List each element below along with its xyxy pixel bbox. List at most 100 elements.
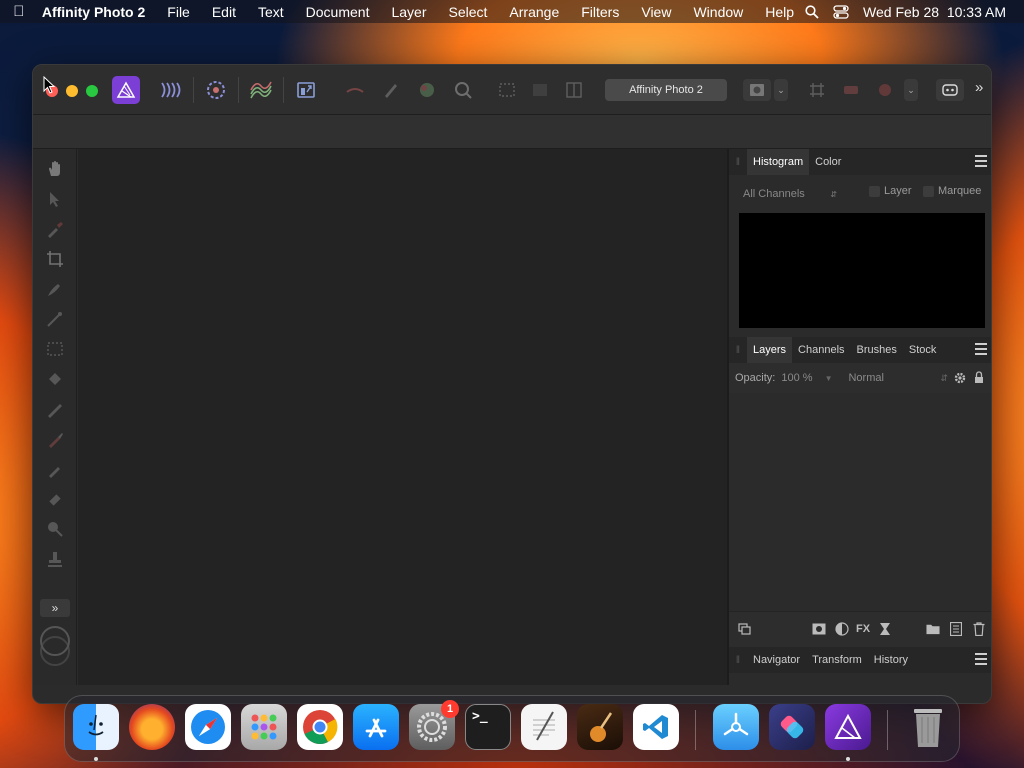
erase-brush-tool-icon[interactable]: [45, 489, 65, 509]
menu-arrange[interactable]: Arrange: [498, 4, 570, 20]
liquify-persona-button[interactable]: [157, 76, 185, 104]
tab-transform[interactable]: Transform: [806, 647, 868, 673]
layer-checkbox[interactable]: Layer: [869, 185, 912, 197]
app-store-icon[interactable]: [353, 704, 399, 750]
menu-edit[interactable]: Edit: [201, 4, 247, 20]
ordering-dropdown[interactable]: ⌄: [904, 79, 918, 101]
channel-select[interactable]: All Channels ⇵: [737, 185, 841, 203]
layer-options-icon[interactable]: [737, 622, 751, 636]
dodge-burn-tool-icon[interactable]: [45, 519, 65, 539]
textedit-icon[interactable]: [521, 704, 567, 750]
menu-layer[interactable]: Layer: [380, 4, 437, 20]
chevron-down-icon[interactable]: ▼: [825, 374, 833, 383]
tone-mapping-persona-button[interactable]: [247, 76, 275, 104]
document-canvas[interactable]: [78, 149, 727, 685]
add-group-folder-icon[interactable]: [926, 622, 940, 636]
testflight-icon[interactable]: [713, 704, 759, 750]
quick-mask-dropdown[interactable]: ⌄: [774, 79, 788, 101]
finder-icon[interactable]: [73, 704, 119, 750]
menu-document[interactable]: Document: [295, 4, 381, 20]
selection-options-icon[interactable]: [564, 80, 584, 100]
panel-menu-icon[interactable]: [975, 653, 987, 667]
tab-navigator[interactable]: Navigator: [747, 647, 806, 673]
launchpad-icon[interactable]: [241, 704, 287, 750]
shortcuts-icon[interactable]: [769, 704, 815, 750]
paint-brush-tool-icon[interactable]: [45, 429, 65, 449]
clone-stamp-tool-icon[interactable]: [45, 549, 65, 569]
menu-app-name[interactable]: Affinity Photo 2: [38, 4, 156, 20]
color-picker-tool-icon[interactable]: [45, 219, 65, 239]
ordering-icon[interactable]: [875, 80, 895, 100]
spotlight-search-icon[interactable]: [805, 4, 819, 19]
flood-select-tool-icon[interactable]: [45, 309, 65, 329]
gear-icon[interactable]: [953, 371, 967, 385]
system-settings-icon[interactable]: 1: [409, 700, 459, 750]
menu-text[interactable]: Text: [247, 4, 295, 20]
selection-brush-tool-icon[interactable]: [45, 279, 65, 299]
panel-grip-icon[interactable]: ‖: [729, 149, 747, 175]
toolbar-overflow-icon[interactable]: »: [975, 79, 983, 96]
menubar-clock[interactable]: Wed Feb 28 10:33 AM: [863, 4, 1006, 20]
selection-mode-icon[interactable]: [497, 80, 517, 100]
tab-stock[interactable]: Stock: [903, 337, 943, 363]
auto-white-balance-icon[interactable]: [453, 80, 473, 100]
window-maximize-button[interactable]: [86, 85, 98, 97]
tab-history[interactable]: History: [868, 647, 914, 673]
chrome-icon[interactable]: [297, 704, 343, 750]
lock-icon[interactable]: [974, 371, 984, 384]
adjustments-icon[interactable]: [345, 80, 365, 100]
photo-persona-button[interactable]: [112, 76, 140, 104]
view-tool-hand-icon[interactable]: [45, 159, 65, 179]
tab-color[interactable]: Color: [809, 149, 847, 175]
snapping-icon[interactable]: [807, 80, 827, 100]
menu-help[interactable]: Help: [754, 4, 805, 20]
terminal-icon[interactable]: >_: [465, 704, 511, 750]
menu-select[interactable]: Select: [438, 4, 499, 20]
window-minimize-button[interactable]: [66, 85, 78, 97]
control-center-icon[interactable]: [833, 4, 849, 19]
document-title[interactable]: Affinity Photo 2: [605, 79, 727, 101]
auto-color-icon[interactable]: [417, 80, 437, 100]
export-persona-button[interactable]: [292, 76, 320, 104]
auto-levels-icon[interactable]: [381, 80, 401, 100]
tab-layers[interactable]: Layers: [747, 337, 793, 363]
add-mask-icon[interactable]: [812, 622, 826, 636]
panel-menu-icon[interactable]: [975, 343, 987, 357]
assistant-settings-button[interactable]: [936, 79, 964, 101]
trash-icon[interactable]: [905, 704, 951, 750]
tab-channels[interactable]: Channels: [792, 337, 850, 363]
garageband-icon[interactable]: [577, 704, 623, 750]
quick-mask-button[interactable]: [743, 79, 771, 101]
move-tool-icon[interactable]: [45, 189, 65, 209]
secondary-color-well[interactable]: [40, 636, 70, 666]
menu-window[interactable]: Window: [682, 4, 754, 20]
adjustment-layer-icon[interactable]: [835, 622, 849, 636]
marquee-tool-icon[interactable]: [45, 339, 65, 359]
firefox-icon[interactable]: [129, 704, 175, 750]
add-pixel-layer-icon[interactable]: [949, 622, 963, 636]
tab-histogram[interactable]: Histogram: [747, 149, 810, 175]
menu-filters[interactable]: Filters: [570, 4, 630, 20]
selection-add-icon[interactable]: [530, 80, 550, 100]
marquee-checkbox[interactable]: Marquee: [923, 185, 981, 197]
assistant-icon[interactable]: [841, 80, 861, 100]
live-filter-icon[interactable]: [878, 622, 892, 636]
menu-file[interactable]: File: [156, 4, 201, 20]
panel-grip-icon[interactable]: ‖: [729, 337, 747, 363]
vscode-icon[interactable]: [633, 704, 679, 750]
layer-fx-icon[interactable]: FX: [856, 622, 870, 636]
affinity-photo-dock-icon[interactable]: [825, 704, 871, 750]
layers-list[interactable]: [729, 393, 991, 611]
delete-layer-trash-icon[interactable]: [972, 622, 986, 636]
menu-view[interactable]: View: [630, 4, 682, 20]
safari-icon[interactable]: [185, 704, 231, 750]
develop-persona-button[interactable]: [202, 76, 230, 104]
gradient-tool-icon[interactable]: [45, 399, 65, 419]
blend-mode-select[interactable]: Normal: [848, 372, 940, 384]
pixel-tool-icon[interactable]: [45, 459, 65, 479]
opacity-field[interactable]: 100 %: [781, 372, 812, 384]
apple-menu-icon[interactable]: : [0, 3, 38, 20]
crop-tool-icon[interactable]: [45, 249, 65, 269]
panel-menu-icon[interactable]: [975, 155, 987, 169]
expand-tools-button[interactable]: »: [40, 599, 70, 617]
